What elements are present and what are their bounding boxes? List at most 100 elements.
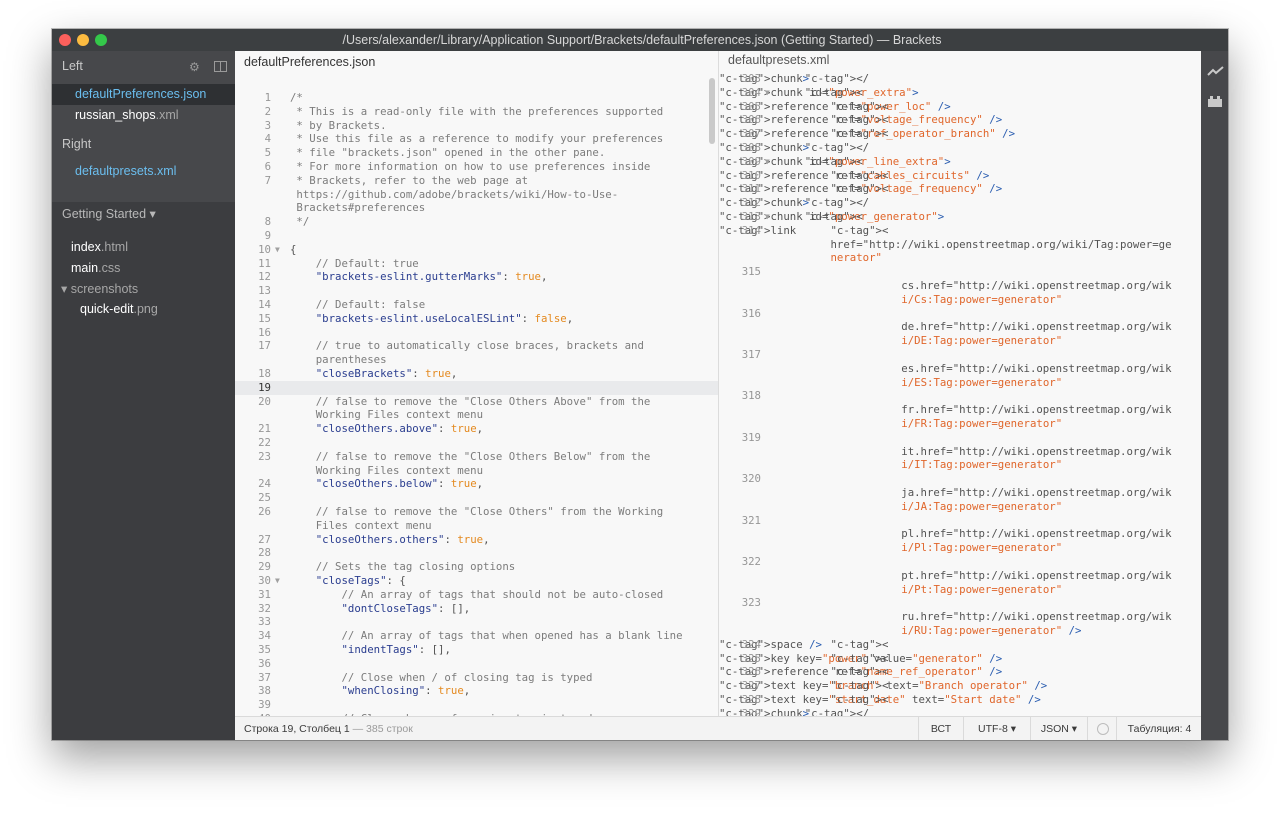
code-line[interactable]: 21 "closeOthers.above": true, xyxy=(235,422,718,436)
code-line[interactable]: 23 // false to remove the "Close Others … xyxy=(235,450,718,464)
line-number[interactable]: 9 xyxy=(235,229,271,243)
indent-settings[interactable]: Табуляция: 4 xyxy=(1116,717,1202,740)
code-line[interactable]: 4 * Use this file as a reference to modi… xyxy=(235,132,718,146)
code-line[interactable]: 11 // Default: true xyxy=(235,257,718,271)
code-line[interactable]: 14 // Default: false xyxy=(235,298,718,312)
code-line[interactable]: 3 * by Brackets. xyxy=(235,119,718,133)
line-number[interactable]: 3 xyxy=(235,119,271,133)
code-line[interactable]: 325 "c-tag">< "c-tag">key key="power" val… xyxy=(719,652,1201,666)
code-line[interactable]: 303 "c-tag"></"c-tag">chunk> xyxy=(719,72,1201,86)
code-line[interactable]: parentheses xyxy=(235,353,718,367)
code-line[interactable]: pt.href="http://wiki.openstreetmap.org/w… xyxy=(719,569,1201,583)
code-line[interactable]: i/FR:Tag:power=generator" xyxy=(719,417,1201,431)
encoding-select[interactable]: UTF-8 ▾ xyxy=(963,717,1030,740)
code-line[interactable]: 315 xyxy=(719,265,1201,279)
line-number[interactable]: 35 xyxy=(235,643,271,657)
code-line[interactable]: 308 "c-tag"></"c-tag">chunk> xyxy=(719,141,1201,155)
line-number[interactable]: 2 xyxy=(235,105,271,119)
line-number[interactable]: 31 xyxy=(235,588,271,602)
code-line[interactable]: 19 xyxy=(235,380,718,395)
code-line[interactable]: 309 ▼ "c-tag">< "c-tag">chunk id="power_li… xyxy=(719,155,1201,169)
editor-pane-left[interactable]: defaultPreferences.json 1/* 2 * This is a… xyxy=(235,51,718,716)
code-line[interactable]: i/Cs:Tag:power=generator" xyxy=(719,293,1201,307)
line-number[interactable]: 324 xyxy=(719,638,761,652)
line-number[interactable]: 323 xyxy=(719,596,761,610)
language-select[interactable]: JSON ▾ xyxy=(1030,717,1087,740)
code-line[interactable]: 9 xyxy=(235,229,718,243)
code-line[interactable]: 28 xyxy=(235,546,718,560)
code-line[interactable]: 13 xyxy=(235,284,718,298)
code-line[interactable]: 317 xyxy=(719,348,1201,362)
tree-folder[interactable]: ▾ screenshots xyxy=(52,279,235,300)
code-line[interactable]: fr.href="http://wiki.openstreetmap.org/w… xyxy=(719,403,1201,417)
code-line[interactable]: 313 ▼ "c-tag">< "c-tag">chunk id="power_ge… xyxy=(719,210,1201,224)
code-line[interactable]: 38 "whenClosing": true, xyxy=(235,684,718,698)
code-line[interactable]: 321 xyxy=(719,514,1201,528)
line-number[interactable]: 322 xyxy=(719,555,761,569)
code-line[interactable]: Working Files context menu xyxy=(235,408,718,422)
line-number[interactable]: 12 xyxy=(235,270,271,284)
left-pane-filename[interactable]: defaultPreferences.json xyxy=(235,51,718,76)
line-number[interactable]: 20 xyxy=(235,395,271,409)
line-number[interactable]: 1 xyxy=(235,91,271,105)
code-line[interactable]: 15 "brackets-eslint.useLocalESLint": fal… xyxy=(235,312,718,326)
code-line[interactable]: 327 "c-tag">< "c-tag">text key="branch" t… xyxy=(719,679,1201,693)
line-number[interactable]: 23 xyxy=(235,450,271,464)
code-line[interactable]: 25 xyxy=(235,491,718,505)
line-number[interactable]: 317 xyxy=(719,348,761,362)
code-line[interactable]: 27 "closeOthers.others": true, xyxy=(235,533,718,547)
right-pane-filename[interactable]: defaultpresets.xml xyxy=(719,51,1201,67)
project-header[interactable]: Getting Started ▾ xyxy=(52,202,235,226)
line-number[interactable]: 22 xyxy=(235,436,271,450)
code-line[interactable]: https://github.com/adobe/brackets/wiki/H… xyxy=(235,188,718,202)
code-line[interactable]: 39 xyxy=(235,698,718,712)
line-number[interactable]: 305 xyxy=(719,100,761,114)
code-line[interactable]: 326 "c-tag">< "c-tag">reference ref="name… xyxy=(719,665,1201,679)
line-number[interactable]: 25 xyxy=(235,491,271,505)
line-number[interactable]: 26 xyxy=(235,505,271,519)
code-line[interactable]: nerator" xyxy=(719,251,1201,265)
line-number[interactable]: 315 xyxy=(719,265,761,279)
working-file-item[interactable]: defaultpresets.xml xyxy=(52,161,235,182)
line-number[interactable]: 321 xyxy=(719,514,761,528)
extension-manager-icon[interactable] xyxy=(1207,95,1223,111)
code-line[interactable]: Files context menu xyxy=(235,519,718,533)
code-line[interactable]: 22 xyxy=(235,436,718,450)
code-line[interactable]: pl.href="http://wiki.openstreetmap.org/w… xyxy=(719,527,1201,541)
code-line[interactable]: 37 // Close when / of closing tag is typ… xyxy=(235,671,718,685)
line-number[interactable]: 10 xyxy=(235,243,271,257)
code-line[interactable]: 32 "dontCloseTags": [], xyxy=(235,602,718,616)
line-number[interactable]: 304 xyxy=(719,86,761,100)
line-number[interactable]: 6 xyxy=(235,160,271,174)
code-line[interactable]: 5 * file "brackets.json" opened in the o… xyxy=(235,146,718,160)
code-line[interactable]: 31 // An array of tags that should not b… xyxy=(235,588,718,602)
line-number[interactable]: 21 xyxy=(235,422,271,436)
line-number[interactable]: 19 xyxy=(235,381,271,395)
line-number[interactable]: 7 xyxy=(235,174,271,188)
code-line[interactable]: i/RU:Tag:power=generator" /> xyxy=(719,624,1201,638)
line-number[interactable]: 34 xyxy=(235,629,271,643)
line-number[interactable]: 319 xyxy=(719,431,761,445)
code-line[interactable]: cs.href="http://wiki.openstreetmap.org/w… xyxy=(719,279,1201,293)
code-line[interactable]: 36 xyxy=(235,657,718,671)
code-line[interactable]: 34 // An array of tags that when opened … xyxy=(235,629,718,643)
line-number[interactable]: 325 xyxy=(719,652,761,666)
split-view-icon[interactable] xyxy=(214,61,227,72)
line-number[interactable]: 28 xyxy=(235,546,271,560)
line-number[interactable]: 320 xyxy=(719,472,761,486)
linter-status[interactable] xyxy=(1087,717,1116,740)
code-line[interactable]: 7 * Brackets, refer to the web page at xyxy=(235,174,718,188)
code-line[interactable]: 16 xyxy=(235,326,718,340)
code-line[interactable]: href="http://wiki.openstreetmap.org/wiki… xyxy=(719,238,1201,252)
left-scrollbar[interactable] xyxy=(709,78,715,144)
code-line[interactable]: 305 "c-tag">< "c-tag">reference ref="powe… xyxy=(719,100,1201,114)
line-number[interactable]: 307 xyxy=(719,127,761,141)
line-number[interactable]: 311 xyxy=(719,182,761,196)
code-line[interactable]: 20 // false to remove the "Close Others … xyxy=(235,395,718,409)
line-number[interactable]: 33 xyxy=(235,615,271,629)
code-line[interactable]: 30 ▼ "closeTags": { xyxy=(235,574,718,588)
code-line[interactable]: 1 /* xyxy=(235,91,718,105)
line-number[interactable]: 308 xyxy=(719,141,761,155)
code-line[interactable]: 310 "c-tag">< "c-tag">reference ref="cabl… xyxy=(719,169,1201,183)
line-number[interactable]: 8 xyxy=(235,215,271,229)
